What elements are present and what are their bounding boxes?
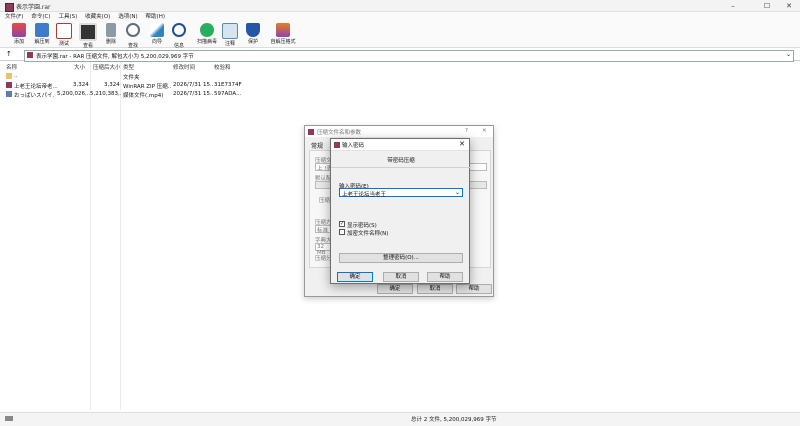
menu-help[interactable]: 帮助(H) — [146, 12, 165, 22]
sfx-button[interactable]: 自解压格式 — [268, 23, 298, 47]
help-button[interactable]: 帮助 — [427, 272, 463, 282]
menu-file[interactable]: 文件(F) — [5, 12, 23, 22]
back-ok-button[interactable]: 确定 — [377, 284, 413, 294]
enter-password-dialog: 输入密码 ✕ 带密码压缩 输入密码(E) 上老王论坛当老王 ⌄ ✓ 显示密码(S… — [330, 138, 471, 284]
back-cancel-button[interactable]: 取消 — [417, 284, 453, 294]
dialog-title-bar: 压缩文件名和参数 ? ✕ — [305, 126, 493, 137]
path-field[interactable]: 表示学園.rar - RAR 压缩文件, 解包大小为 5,200,029,969… — [24, 50, 794, 62]
close-icon[interactable]: ✕ — [482, 128, 487, 134]
up-arrow-icon[interactable]: ↑ — [6, 50, 12, 58]
column-divider — [90, 62, 91, 410]
close-icon[interactable]: ✕ — [459, 140, 465, 148]
dialog-heading: 带密码压缩 — [387, 158, 415, 164]
column-modified[interactable]: 修改时间 — [173, 63, 195, 71]
show-password-label: 显示密码(S) — [347, 223, 377, 229]
password-input[interactable]: 上老王论坛当老王 ⌄ — [339, 188, 463, 198]
delete-icon — [106, 23, 116, 37]
title-bar: 表示学園.rar – ☐ ✕ — [0, 0, 800, 12]
view-icon — [79, 23, 97, 41]
virus-scan-icon — [200, 23, 214, 37]
archive-file-icon — [6, 82, 12, 88]
menu-tools[interactable]: 工具(S) — [58, 12, 77, 22]
menu-commands[interactable]: 命令(C) — [31, 12, 50, 22]
add-archive-icon — [12, 23, 26, 37]
info-icon — [172, 23, 186, 37]
column-crc[interactable]: 校验和 — [214, 63, 231, 71]
add-button[interactable]: 添加 — [7, 23, 31, 47]
folder-icon — [6, 73, 12, 79]
wizard-button[interactable]: 向导 — [145, 23, 169, 47]
back-help-button[interactable]: 帮助 — [456, 284, 492, 294]
column-type[interactable]: 类型 — [123, 63, 134, 71]
manage-passwords-button[interactable]: 整理密码(O)... — [339, 253, 463, 263]
window-title: 表示学園.rar — [16, 4, 51, 11]
path-bar: ↑ 表示学園.rar - RAR 压缩文件, 解包大小为 5,200,029,9… — [0, 49, 800, 62]
protect-icon — [246, 23, 260, 37]
path-text: 表示学園.rar - RAR 压缩文件, 解包大小为 5,200,029,969… — [36, 54, 194, 60]
delete-button[interactable]: 删除 — [99, 23, 123, 47]
status-total: 总计 2 文件, 5,200,029,969 字节 — [411, 417, 497, 423]
status-bar: 总计 2 文件, 5,200,029,969 字节 — [0, 412, 800, 426]
column-divider — [120, 62, 121, 410]
dialog-title-bar: 输入密码 ✕ — [331, 139, 469, 151]
extract-to-icon — [35, 23, 49, 37]
encrypt-names-checkbox[interactable] — [339, 229, 345, 235]
test-button[interactable]: 测试 — [52, 23, 76, 47]
winrar-app-icon — [334, 142, 340, 148]
chevron-down-icon[interactable]: ⌄ — [455, 189, 460, 196]
cancel-button[interactable]: 取消 — [383, 272, 419, 282]
divider — [331, 167, 471, 168]
comment-button[interactable]: 注释 — [218, 23, 242, 47]
menu-favorites[interactable]: 收藏夹(O) — [85, 12, 110, 22]
archive-icon — [27, 52, 33, 58]
toolbar: 添加 解压到 测试 查看 删除 查找 向导 信息 扫描病毒 注释 保护 自解压格… — [0, 22, 800, 49]
close-button[interactable]: ✕ — [780, 1, 798, 11]
virus-scan-button[interactable]: 扫描病毒 — [195, 23, 219, 47]
maximize-button[interactable]: ☐ — [758, 1, 776, 11]
table-row[interactable]: 上老王论坛帝老... 3,324 3,324 WinRAR ZIP 压缩... … — [0, 81, 242, 90]
extract-to-button[interactable]: 解压到 — [30, 23, 54, 47]
view-button[interactable]: 查看 — [76, 23, 100, 49]
dialog-title: 输入密码 — [342, 143, 365, 149]
sfx-icon — [276, 23, 290, 37]
test-icon — [56, 23, 72, 39]
protect-button[interactable]: 保护 — [241, 23, 265, 47]
column-size[interactable]: 大小 — [74, 63, 85, 71]
drive-icon — [5, 416, 13, 421]
ok-button[interactable]: 确定 — [337, 272, 373, 282]
tab-general[interactable]: 常规 — [311, 141, 323, 150]
winrar-app-icon — [5, 3, 14, 12]
comment-icon — [222, 23, 238, 39]
show-password-checkbox[interactable]: ✓ — [339, 221, 345, 227]
column-name[interactable]: 名称 — [6, 63, 17, 71]
chevron-down-icon[interactable]: ⌄ — [786, 51, 791, 58]
find-icon — [126, 23, 140, 37]
menu-bar: 文件(F) 命令(C) 工具(S) 收藏夹(O) 选项(N) 帮助(H) — [0, 12, 800, 22]
help-icon[interactable]: ? — [465, 128, 468, 134]
menu-options[interactable]: 选项(N) — [118, 12, 137, 22]
video-file-icon — [6, 91, 12, 97]
info-button[interactable]: 信息 — [167, 23, 191, 49]
winrar-app-icon — [308, 129, 314, 135]
encrypt-names-label: 加密文件名称(N) — [347, 231, 389, 237]
column-packed[interactable]: 压缩后大小 — [93, 63, 121, 71]
table-row[interactable]: おっぱいスパイ... 5,200,026,... 5,210,383,... 媒… — [0, 90, 241, 99]
find-button[interactable]: 查找 — [121, 23, 145, 49]
wizard-icon — [150, 23, 164, 37]
minimize-button[interactable]: – — [724, 1, 742, 11]
table-row[interactable]: .. 文件夹 — [0, 72, 240, 81]
